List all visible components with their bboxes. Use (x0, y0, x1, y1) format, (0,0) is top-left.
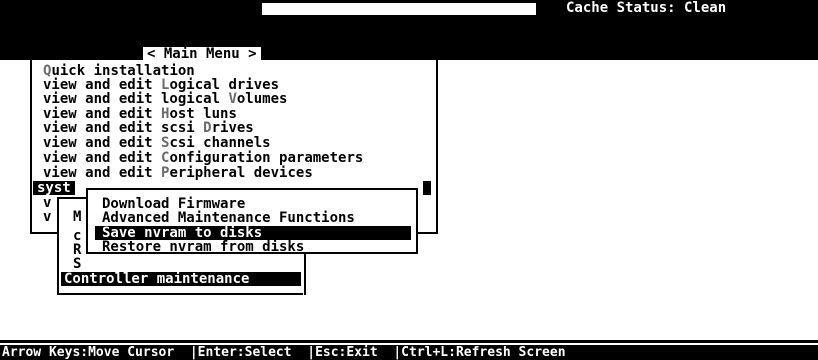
menu-item-logical-volumes[interactable]: view and edit logical Volumes (43, 92, 287, 106)
menu-item-download-firmware[interactable]: Download Firmware (102, 197, 245, 211)
menu-item-label: csi channels (169, 135, 271, 151)
menu-item-peripheral-devices[interactable]: view and edit Peripheral devices (43, 166, 313, 180)
menu-item-system-functions[interactable]: syst (33, 181, 75, 195)
menu-item-scsi-drives[interactable]: view and edit scsi Drives (43, 121, 254, 135)
menu-item-prefix: view and edit (43, 135, 162, 151)
menu-item-logical-drives[interactable]: view and edit Logical drives (43, 78, 279, 92)
menu-item-label: olumes (236, 91, 288, 107)
terminal-screen: Cache Status: Clean < Main Menu > Quick … (0, 0, 818, 360)
menu-item-label: onfiguration parameters (169, 150, 364, 166)
status-bar: Arrow Keys:Move Cursor |Enter:Select |Es… (0, 345, 818, 360)
menu-item-quick-installation[interactable]: Quick installation (43, 64, 195, 78)
submenu-item-controller-maintenance[interactable]: Controller maintenance (61, 272, 301, 286)
submenu-item[interactable]: M (73, 210, 81, 224)
submenu-item[interactable]: c (73, 229, 81, 243)
menu-item-prefix: view and edit (43, 150, 162, 166)
menu-item-label: eripheral devices (169, 165, 313, 181)
menu-item-advanced-maintenance[interactable]: Advanced Maintenance Functions (102, 211, 355, 225)
submenu-item[interactable]: R (73, 243, 81, 257)
menu-item-prefix: view and edit scsi (43, 120, 204, 136)
menu-item-scsi-channels[interactable]: view and edit Scsi channels (43, 136, 271, 150)
menu-item-host-luns[interactable]: view and edit Host luns (43, 107, 237, 121)
main-menu-title: < Main Menu > (143, 47, 261, 61)
text-cursor (423, 181, 431, 195)
submenu-item[interactable]: S (73, 257, 81, 271)
cache-status: Cache Status: Clean (566, 0, 727, 16)
menu-item-truncated[interactable]: v (43, 210, 51, 224)
menu-item-prefix: view and edit logical (43, 91, 229, 107)
menu-item-restore-nvram[interactable]: Restore nvram from disks (102, 240, 304, 254)
hotkey: D (203, 120, 212, 136)
menu-item-label: rives (211, 120, 254, 136)
menu-item-save-nvram[interactable]: Save nvram to disks (95, 226, 411, 240)
menu-item-truncated[interactable]: v (43, 196, 51, 210)
top-bar-field (262, 3, 536, 15)
status-separator (0, 340, 818, 343)
menu-item-configuration-parameters[interactable]: view and edit Configuration parameters (43, 151, 363, 165)
hotkey: V (228, 91, 237, 107)
menu-item-prefix: view and edit (43, 165, 162, 181)
